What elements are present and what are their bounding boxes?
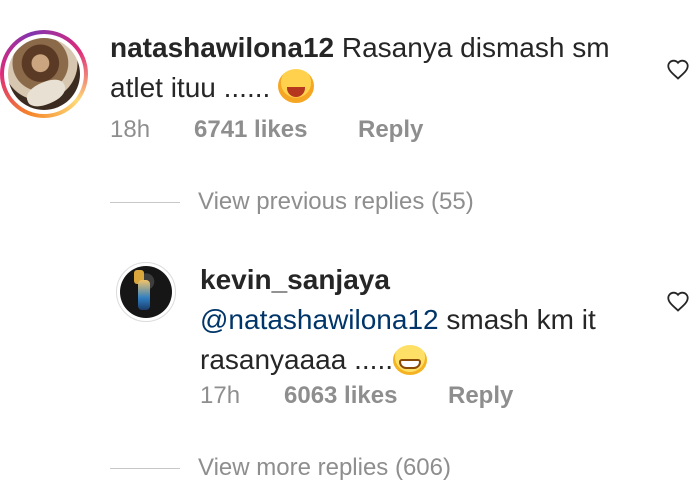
reply-button[interactable]: Reply: [448, 382, 513, 409]
reply-text-line1: smash km it: [446, 304, 596, 335]
comment-username[interactable]: natashawilona12: [110, 32, 334, 63]
comment-time: 18h: [110, 116, 151, 143]
grinning-face-icon: [393, 345, 428, 375]
heart-outline-icon[interactable]: [666, 58, 690, 80]
divider: [110, 202, 180, 203]
comment-likes[interactable]: 6741 likes: [194, 116, 307, 143]
heart-outline-icon[interactable]: [666, 290, 690, 312]
avatar-natashawilona12[interactable]: [0, 30, 88, 118]
mention-link[interactable]: @natashawilona12: [200, 304, 439, 335]
comment-text-line2: atlet ituu ......: [110, 72, 271, 103]
reply-text-line2: rasanyaaaa .....: [200, 344, 394, 375]
tired-face-icon: [278, 69, 315, 103]
view-more-replies[interactable]: View more replies (606): [198, 454, 451, 482]
reply-likes[interactable]: 6063 likes: [284, 382, 397, 409]
comment-meta: 18h: [110, 116, 150, 144]
avatar-photo: [8, 38, 80, 110]
reply-time: 17h: [200, 382, 241, 409]
avatar-photo: [120, 266, 172, 318]
divider: [110, 468, 180, 469]
avatar-kevin-sanjaya[interactable]: [116, 262, 176, 322]
comment-body: natashawilona12 Rasanya dismash sm atlet…: [110, 28, 670, 108]
reply-body: kevin_sanjaya @natashawilona12 smash km …: [200, 260, 670, 380]
view-previous-replies[interactable]: View previous replies (55): [198, 188, 474, 216]
reply-username[interactable]: kevin_sanjaya: [200, 264, 390, 295]
reply-button[interactable]: Reply: [358, 116, 423, 143]
comment-text-line1: Rasanya dismash sm: [341, 32, 610, 63]
